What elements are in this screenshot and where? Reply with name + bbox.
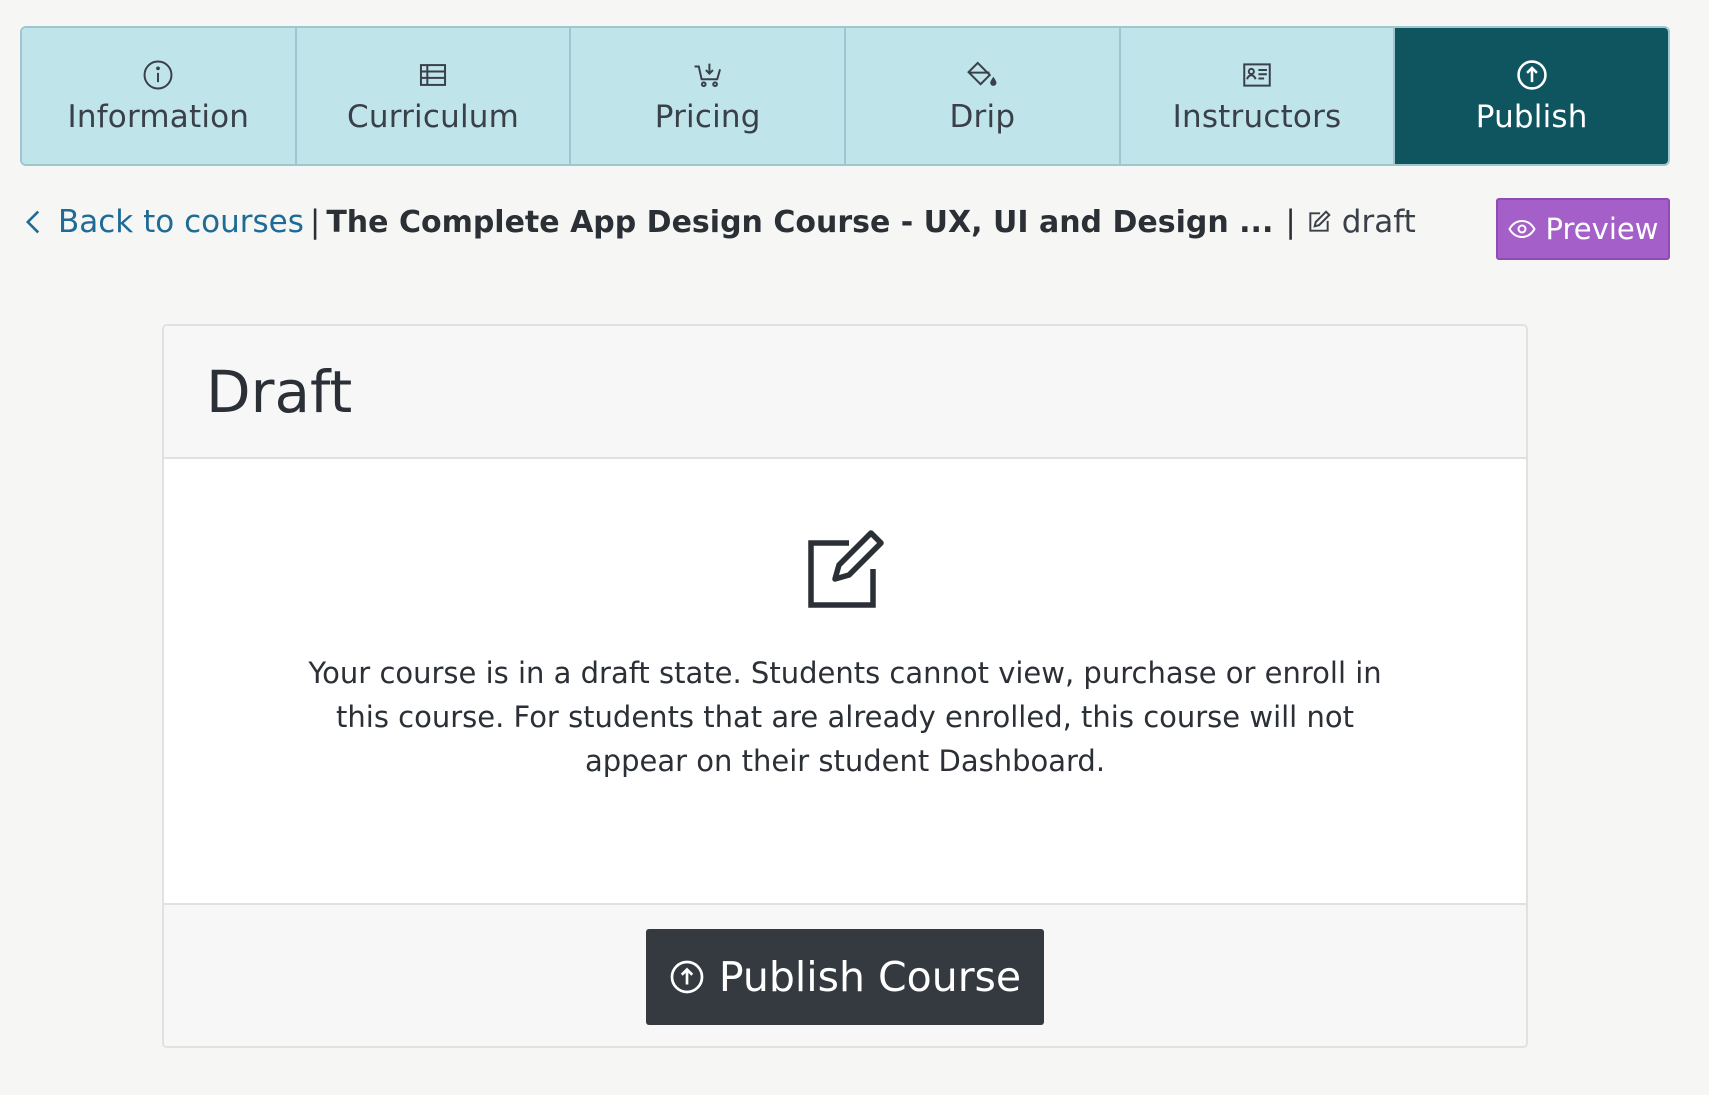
course-tabs: Information Curriculum Pricing Drip Inst… [20,26,1670,166]
tab-information[interactable]: Information [22,28,297,164]
back-to-courses-link[interactable]: Back to courses [22,204,304,240]
course-status: draft [1306,204,1416,240]
publish-course-label: Publish Course [718,953,1022,1001]
tab-drip[interactable]: Drip [846,28,1121,164]
card-header: Draft [164,326,1526,459]
chevron-left-icon [25,210,40,234]
course-title: The Complete App Design Course - UX, UI … [326,204,1274,240]
status-label: draft [1341,204,1416,240]
tab-label: Information [67,99,250,135]
tab-instructors[interactable]: Instructors [1120,28,1396,164]
preview-label: Preview [1545,212,1659,246]
breadcrumb: Back to courses | The Complete App Desig… [22,198,1416,246]
tab-publish[interactable]: Publish [1395,28,1668,164]
eye-icon [1507,219,1536,239]
breadcrumb-separator: | [1285,204,1296,240]
table-list-icon [415,57,451,93]
tab-label: Pricing [654,99,761,135]
edit-icon [805,529,885,613]
preview-button[interactable]: Preview [1496,198,1670,260]
upload-circle-icon [670,960,704,994]
tab-label: Drip [949,99,1016,135]
tab-label: Publish [1475,99,1588,135]
card-title: Draft [206,357,353,426]
card-body: Your course is in a draft state. Student… [164,459,1526,903]
tab-label: Instructors [1172,99,1342,135]
paint-bucket-icon [964,57,1000,93]
back-link-label: Back to courses [58,204,304,240]
edit-icon [1309,210,1331,232]
tab-pricing[interactable]: Pricing [571,28,847,164]
info-circle-icon [140,57,176,93]
card-footer: Publish Course [164,903,1526,1046]
cart-icon [690,57,726,93]
tab-curriculum[interactable]: Curriculum [296,28,572,164]
upload-circle-icon [1514,57,1550,93]
breadcrumb-separator: | [309,204,321,240]
id-card-icon [1239,57,1275,93]
tab-label: Curriculum [347,99,520,135]
publish-status-card: Draft Your course is in a draft state. S… [162,324,1528,1048]
draft-message: Your course is in a draft state. Student… [308,656,1382,778]
publish-course-button[interactable]: Publish Course [646,929,1044,1025]
